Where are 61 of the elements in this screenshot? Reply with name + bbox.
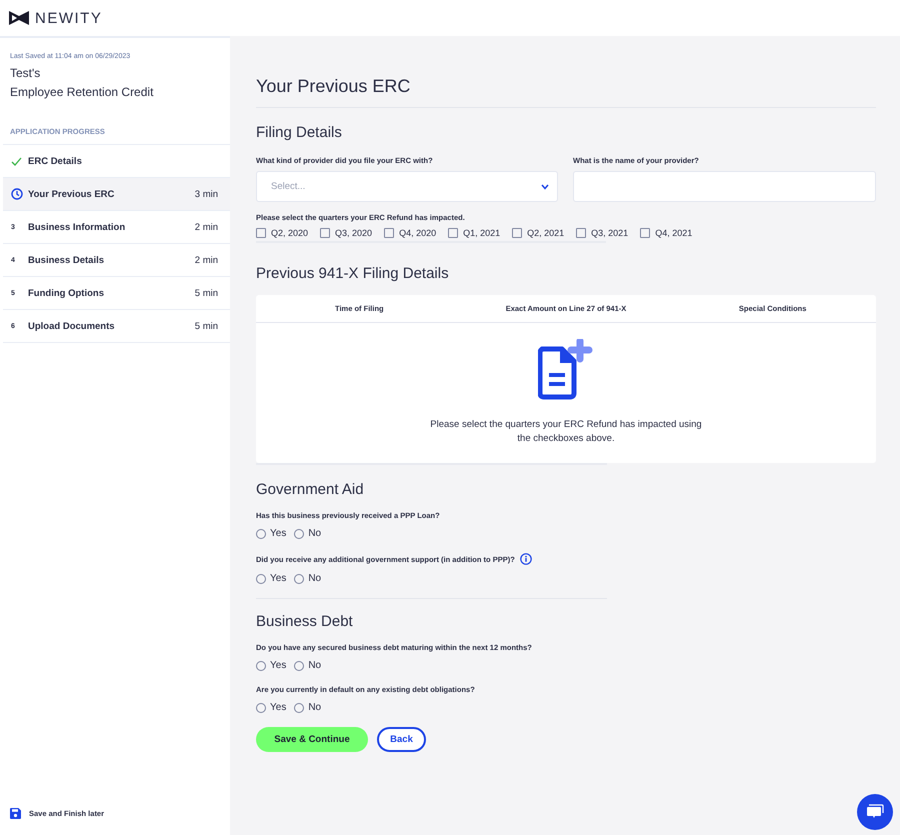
radio-button[interactable] — [294, 660, 304, 670]
quarter-checkbox[interactable]: Q3, 2021 — [576, 228, 628, 238]
radio-button[interactable] — [294, 528, 304, 538]
progress-step[interactable]: Your Previous ERC 3 min — [3, 177, 230, 210]
step-time: 3 min — [194, 188, 218, 200]
step-label: Your Previous ERC — [28, 188, 116, 200]
quarter-checkbox[interactable]: Q2, 2021 — [512, 228, 564, 238]
step-label: Business Details — [28, 254, 106, 266]
checkbox[interactable] — [640, 228, 650, 238]
radio-option[interactable]: Yes — [256, 660, 286, 671]
info-icon[interactable] — [520, 553, 532, 565]
step-label: ERC Details — [28, 156, 83, 166]
empty-state-message: Please select the quarters your ERC Refund has impacted using the checkboxes above. — [429, 418, 703, 446]
logo-text: NEWITY — [35, 10, 102, 26]
step-time: 5 min — [194, 288, 218, 298]
section-title: Previous 941-X Filing Details — [256, 265, 449, 282]
provider-name-field[interactable] — [573, 171, 876, 202]
radio-option[interactable]: No — [294, 702, 322, 713]
radio-button[interactable] — [294, 702, 304, 712]
radio-button[interactable] — [256, 702, 266, 712]
program-name: Employee Retention Credit — [10, 85, 154, 99]
quarter-checkbox[interactable]: Q3, 2020 — [320, 228, 372, 238]
back-button[interactable]: Back — [377, 727, 426, 752]
step-label: Upload Documents — [28, 320, 116, 332]
radio-option[interactable]: Yes — [256, 702, 286, 713]
section-title: Filing Details — [256, 124, 342, 141]
check-icon — [11, 156, 22, 166]
step-time: 5 min — [194, 320, 218, 332]
quarter-checkbox[interactable]: Q1, 2021 — [448, 228, 500, 238]
section-title: Government Aid — [256, 481, 364, 498]
section-title: Business Debt — [256, 613, 353, 630]
step-time: 2 min — [194, 222, 218, 232]
quarter-checkbox[interactable]: Q4, 2020 — [384, 228, 436, 238]
clock-icon — [11, 188, 23, 200]
checkbox[interactable] — [256, 228, 266, 238]
checkbox[interactable] — [576, 228, 586, 238]
checkbox[interactable] — [384, 228, 394, 238]
checkbox[interactable] — [448, 228, 458, 238]
radio-button[interactable] — [256, 574, 266, 584]
radio-option[interactable]: No — [294, 528, 322, 539]
radio-option[interactable]: No — [294, 573, 322, 584]
logo-icon — [9, 11, 29, 25]
page-title: Your Previous ERC — [256, 76, 876, 108]
step-label: Business Information — [28, 222, 126, 232]
chevron-down-icon — [541, 184, 549, 190]
radio-button[interactable] — [294, 574, 304, 584]
save-continue-button[interactable]: Save & Continue — [256, 727, 368, 752]
quarter-checkbox[interactable]: Q2, 2020 — [256, 228, 308, 238]
checkbox[interactable] — [512, 228, 522, 238]
quarter-checkbox[interactable]: Q4, 2021 — [640, 228, 692, 238]
radio-button[interactable] — [256, 660, 266, 670]
radio-option[interactable]: Yes — [256, 528, 286, 539]
owner-name: Test's — [10, 66, 42, 80]
step-label: Funding Options — [28, 288, 105, 298]
radio-option[interactable]: Yes — [256, 573, 286, 584]
radio-button[interactable] — [256, 528, 266, 538]
save-icon — [10, 808, 21, 819]
checkbox[interactable] — [320, 228, 330, 238]
radio-option[interactable]: No — [294, 660, 322, 671]
step-time: 2 min — [194, 254, 218, 266]
chat-bubble-icon — [866, 804, 884, 820]
